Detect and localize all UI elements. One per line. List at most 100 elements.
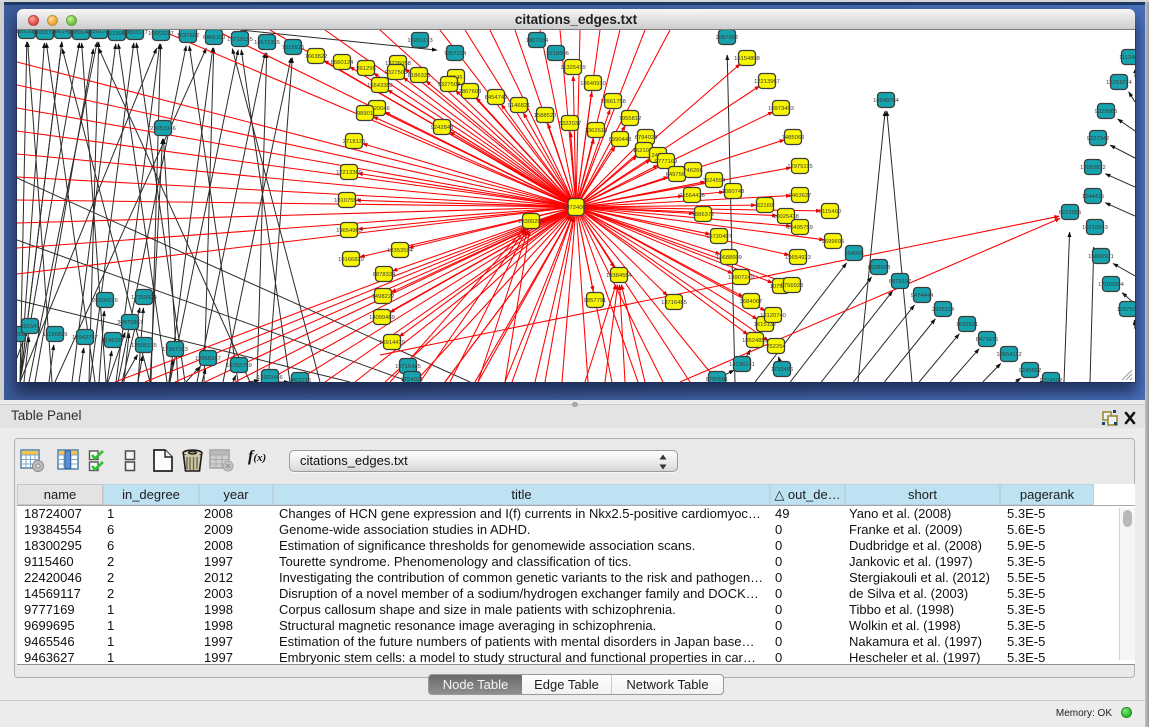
svg-text:16210643: 16210643 — [1082, 225, 1108, 231]
svg-text:17359924: 17359924 — [131, 295, 158, 301]
svg-text:9327508: 9327508 — [438, 82, 461, 88]
svg-text:2718126: 2718126 — [343, 139, 366, 145]
svg-text:16782759: 16782759 — [226, 363, 252, 369]
svg-text:98901: 98901 — [357, 111, 373, 117]
svg-text:9777169: 9777169 — [655, 159, 678, 165]
svg-text:19384554: 19384554 — [606, 273, 633, 279]
svg-text:16120740: 16120740 — [760, 313, 786, 319]
svg-text:9115460: 9115460 — [819, 209, 841, 215]
svg-text:2087682: 2087682 — [716, 35, 739, 41]
svg-text:7886372: 7886372 — [692, 212, 715, 218]
svg-text:15720407: 15720407 — [706, 234, 732, 240]
svg-text:7357224: 7357224 — [444, 51, 467, 57]
svg-text:7663822: 7663822 — [305, 54, 328, 60]
svg-text:19218506: 19218506 — [543, 51, 569, 57]
svg-text:6466160: 6466160 — [203, 35, 226, 41]
svg-text:12213967: 12213967 — [754, 79, 780, 85]
svg-text:18524851: 18524851 — [742, 338, 768, 344]
svg-text:8780561: 8780561 — [706, 377, 729, 382]
svg-text:8990448: 8990448 — [609, 137, 632, 143]
svg-text:9327505: 9327505 — [385, 70, 408, 76]
svg-text:12923446: 12923446 — [257, 375, 283, 381]
svg-text:11325419: 11325419 — [560, 65, 585, 71]
svg-text:6879197: 6879197 — [889, 279, 912, 285]
svg-text:18724007: 18724007 — [563, 205, 589, 211]
svg-text:16154808: 16154808 — [734, 56, 760, 62]
svg-text:8215955: 8215955 — [1059, 210, 1082, 216]
svg-text:12942757: 12942757 — [72, 335, 98, 341]
svg-text:16495759: 16495759 — [787, 225, 813, 231]
svg-text:1145117: 1145117 — [102, 338, 124, 344]
svg-text:8878334: 8878334 — [373, 272, 396, 278]
svg-text:10654112: 10654112 — [996, 352, 1021, 358]
svg-text:19958167: 19958167 — [195, 356, 221, 362]
svg-text:12213369: 12213369 — [336, 170, 362, 176]
svg-text:14099489: 14099489 — [369, 315, 395, 321]
svg-text:16914479: 16914479 — [379, 340, 405, 346]
svg-text:9227342: 9227342 — [1087, 136, 1110, 142]
svg-text:1733456: 1733456 — [771, 367, 794, 373]
svg-text:9245652: 9245652 — [1019, 368, 1042, 374]
svg-text:23053346: 23053346 — [150, 126, 176, 132]
svg-text:7485063: 7485063 — [782, 135, 805, 141]
svg-text:18107554: 18107554 — [334, 198, 361, 204]
svg-text:16648784: 16648784 — [873, 98, 900, 104]
svg-text:1588520: 1588520 — [534, 113, 557, 119]
svg-text:19654963: 19654963 — [336, 228, 362, 234]
svg-text:15716485: 15716485 — [395, 364, 421, 370]
svg-text:2935114: 2935114 — [932, 307, 955, 313]
svg-text:13353594: 13353594 — [387, 248, 414, 254]
svg-text:30975867: 30975867 — [117, 320, 143, 326]
svg-text:8322037: 8322037 — [559, 121, 582, 127]
svg-text:164095: 164095 — [844, 251, 863, 257]
svg-text:9146821: 9146821 — [508, 103, 531, 109]
svg-text:10893177: 10893177 — [122, 30, 148, 36]
svg-text:13716485: 13716485 — [661, 300, 687, 306]
svg-text:1527602: 1527602 — [177, 33, 200, 39]
svg-text:19166829: 19166829 — [338, 257, 364, 263]
svg-text:18300295: 18300295 — [518, 219, 544, 225]
svg-text:12975115: 12975115 — [787, 164, 812, 170]
svg-text:19654923: 19654923 — [785, 255, 811, 261]
svg-text:9474444: 9474444 — [911, 293, 934, 299]
svg-text:1167534: 1167534 — [1117, 307, 1135, 313]
svg-text:15751074: 15751074 — [1106, 80, 1133, 86]
svg-text:20206526: 20206526 — [92, 298, 118, 304]
svg-text:14136141: 14136141 — [729, 362, 755, 368]
svg-text:1080748: 1080748 — [722, 189, 745, 195]
svg-text:9324502: 9324502 — [1040, 378, 1063, 382]
svg-text:9453216: 9453216 — [289, 378, 312, 382]
svg-text:18907249: 18907249 — [728, 275, 754, 281]
svg-text:9329986: 9329986 — [1095, 109, 1118, 115]
svg-text:17957263: 17957263 — [162, 347, 188, 353]
svg-text:1112453: 1112453 — [1119, 55, 1135, 61]
svg-text:1498222: 1498222 — [372, 294, 395, 300]
svg-text:8660124: 8660124 — [331, 60, 354, 66]
svg-text:2867608: 2867608 — [459, 89, 482, 95]
svg-text:14671355: 14671355 — [254, 40, 280, 46]
svg-text:19201173: 19201173 — [407, 38, 432, 44]
svg-text:10973493: 10973493 — [768, 106, 794, 112]
svg-text:11156829: 11156829 — [43, 332, 68, 338]
svg-text:8454749: 8454749 — [485, 95, 508, 101]
svg-text:10653287: 10653287 — [148, 31, 174, 37]
svg-text:9857791: 9857791 — [584, 298, 607, 304]
svg-text:9242848: 9242848 — [431, 125, 454, 131]
svg-text:12093822: 12093822 — [1080, 165, 1106, 171]
svg-text:1244415: 1244415 — [1082, 194, 1105, 200]
svg-text:3684067: 3684067 — [740, 299, 763, 305]
svg-text:10688609: 10688609 — [716, 255, 742, 261]
svg-text:8938923: 8938923 — [868, 265, 891, 271]
svg-text:8186328: 8186328 — [408, 73, 431, 79]
svg-text:17016504: 17016504 — [1098, 282, 1125, 288]
svg-text:7254021: 7254021 — [401, 377, 424, 382]
svg-text:891295: 891295 — [356, 66, 375, 72]
svg-text:7515526: 7515526 — [282, 45, 305, 51]
svg-text:7632621: 7632621 — [956, 322, 979, 328]
svg-text:9699695: 9699695 — [822, 239, 845, 245]
svg-text:62160: 62160 — [757, 203, 773, 209]
svg-text:15692971: 15692971 — [1088, 254, 1114, 260]
svg-text:252254: 252254 — [766, 344, 786, 350]
svg-text:3624554: 3624554 — [703, 178, 726, 184]
svg-text:6794028: 6794028 — [635, 135, 658, 141]
